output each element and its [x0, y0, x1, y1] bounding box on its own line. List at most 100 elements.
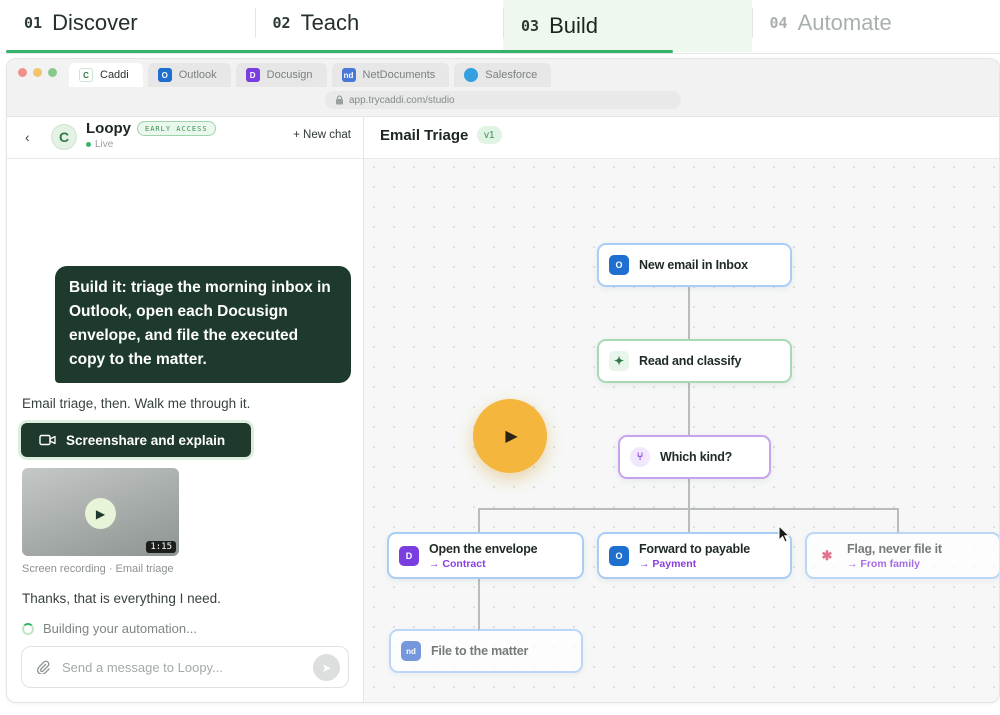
- building-status: Building your automation...: [22, 621, 197, 636]
- caddi-icon: C: [79, 68, 93, 82]
- address-bar[interactable]: app.trycaddi.com/studio: [325, 91, 681, 109]
- minimize-dot-icon[interactable]: [33, 68, 42, 77]
- agent-name: Loopy: [86, 120, 131, 137]
- outlook-icon: O: [609, 545, 629, 566]
- browser-window: C Caddi O Outlook D Docusign nd NetDocum…: [6, 58, 1000, 703]
- user-message-bubble: Build it: triage the morning inbox in Ou…: [55, 266, 351, 383]
- connector-line: [688, 508, 690, 533]
- url-text: app.trycaddi.com/studio: [349, 94, 455, 106]
- step-automate[interactable]: 04 Automate: [751, 0, 1000, 46]
- play-demo-button[interactable]: ▶: [473, 399, 547, 473]
- browser-tab-label: Salesforce: [485, 69, 538, 81]
- browser-tab-label: Caddi: [100, 69, 129, 81]
- browser-tab-label: NetDocuments: [362, 69, 436, 81]
- node-title: Flag, never file it: [847, 541, 942, 556]
- step-label: Discover: [52, 10, 138, 35]
- screen-recording-thumbnail[interactable]: ▶ 1:15: [22, 468, 179, 556]
- workflow-node-file[interactable]: nd File to the matter: [389, 629, 583, 673]
- browser-tab-docusign[interactable]: D Docusign: [235, 63, 327, 87]
- node-text: Forward to payable → Payment: [639, 542, 750, 570]
- outlook-icon: O: [609, 255, 629, 275]
- browser-chrome: C Caddi O Outlook D Docusign nd NetDocum…: [7, 59, 999, 117]
- agent-reply: Email triage, then. Walk me through it.: [22, 396, 251, 411]
- new-chat-button[interactable]: + New chat: [293, 129, 351, 141]
- connector-line: [478, 577, 480, 631]
- version-badge: v1: [477, 126, 502, 144]
- play-icon[interactable]: ▶: [85, 498, 116, 529]
- video-caption: Screen recording · Email triage: [22, 563, 174, 575]
- salesforce-icon: [464, 68, 479, 82]
- node-title: Open the envelope: [429, 541, 538, 556]
- building-status-text: Building your automation...: [43, 621, 197, 636]
- message-composer[interactable]: Send a message to Loopy... ➤: [21, 646, 349, 688]
- browser-tab-label: Docusign: [266, 69, 313, 81]
- canvas-header: Email Triage v1: [364, 117, 999, 159]
- step-number: 02: [272, 14, 291, 32]
- step-progress-bar: [6, 50, 673, 53]
- workflow-node-classify[interactable]: ✦ Read and classify: [597, 339, 792, 383]
- live-dot-icon: [86, 142, 91, 147]
- node-title: Forward to payable: [639, 541, 751, 556]
- agent-avatar: C: [51, 124, 77, 150]
- chat-panel: ‹ C Loopy EARLY ACCESS Live + New chat B…: [7, 117, 364, 702]
- node-text: Flag, never file it → From family: [847, 542, 942, 570]
- play-icon: ▶: [505, 428, 518, 445]
- docusign-icon: D: [399, 545, 419, 566]
- chat-header: ‹ C Loopy EARLY ACCESS Live + New chat: [7, 117, 363, 159]
- node-title: File to the matter: [431, 644, 529, 658]
- step-teach[interactable]: 02 Teach: [254, 0, 504, 46]
- connector-line: [478, 508, 480, 533]
- send-icon[interactable]: ➤: [313, 654, 340, 681]
- workflow-node-branch[interactable]: ⑂ Which kind?: [618, 435, 771, 479]
- video-camera-icon: [39, 434, 56, 446]
- docusign-icon: D: [245, 68, 260, 82]
- workflow-node-flag[interactable]: ✱ Flag, never file it → From family: [805, 532, 999, 579]
- early-access-badge: EARLY ACCESS: [137, 121, 216, 136]
- connector-line: [688, 479, 690, 509]
- message-input[interactable]: Send a message to Loopy...: [62, 660, 223, 675]
- workflow-canvas[interactable]: Email Triage v1 O New email in Inbox ✦ R…: [364, 117, 999, 702]
- browser-tab-caddi[interactable]: C Caddi: [69, 63, 143, 87]
- step-number: 03: [521, 17, 540, 35]
- netdocuments-icon: nd: [401, 641, 421, 661]
- workflow-node-payable[interactable]: O Forward to payable → Payment: [597, 532, 792, 579]
- outlook-icon: O: [157, 68, 172, 82]
- browser-tab-label: Outlook: [178, 69, 217, 81]
- slack-icon: ✱: [817, 545, 837, 566]
- step-label: Teach: [300, 10, 360, 35]
- browser-tab-salesforce[interactable]: Salesforce: [454, 63, 552, 87]
- browser-tabs: C Caddi O Outlook D Docusign nd NetDocum…: [69, 63, 552, 87]
- node-text: Open the envelope → Contract: [429, 541, 538, 570]
- sparkle-icon: ✦: [609, 351, 629, 371]
- node-title: Which kind?: [660, 450, 733, 464]
- connector-line: [688, 383, 690, 435]
- branch-icon: ⑂: [630, 447, 650, 467]
- netdocuments-icon: nd: [341, 68, 356, 82]
- workflow-title: Email Triage: [380, 127, 469, 144]
- close-dot-icon[interactable]: [18, 68, 27, 77]
- back-chevron-icon[interactable]: ‹: [25, 129, 30, 145]
- paperclip-icon[interactable]: [36, 660, 50, 674]
- screenshare-button[interactable]: Screenshare and explain: [21, 423, 251, 457]
- node-branch-label: → From family: [847, 557, 920, 570]
- connector-line: [688, 287, 690, 339]
- step-label: Automate: [797, 10, 892, 35]
- step-number: 01: [24, 14, 43, 32]
- live-status-text: Live: [95, 139, 114, 150]
- node-title: Read and classify: [639, 354, 742, 368]
- step-label: Build: [549, 13, 598, 38]
- node-title: New email in Inbox: [639, 258, 748, 272]
- workflow-node-trigger[interactable]: O New email in Inbox: [597, 243, 792, 287]
- step-build[interactable]: 03 Build: [503, 0, 752, 52]
- maximize-dot-icon[interactable]: [48, 68, 57, 77]
- step-discover[interactable]: 01 Discover: [6, 0, 255, 46]
- connector-line: [897, 508, 899, 533]
- workflow-node-envelope[interactable]: D Open the envelope → Contract: [387, 532, 584, 579]
- video-duration: 1:15: [146, 541, 176, 553]
- window-controls: [18, 68, 57, 77]
- browser-tab-outlook[interactable]: O Outlook: [147, 63, 231, 87]
- step-number: 04: [769, 14, 788, 32]
- mouse-cursor-icon: [778, 525, 790, 543]
- browser-tab-netdocuments[interactable]: nd NetDocuments: [331, 63, 450, 87]
- node-branch-label: → Contract: [429, 557, 486, 570]
